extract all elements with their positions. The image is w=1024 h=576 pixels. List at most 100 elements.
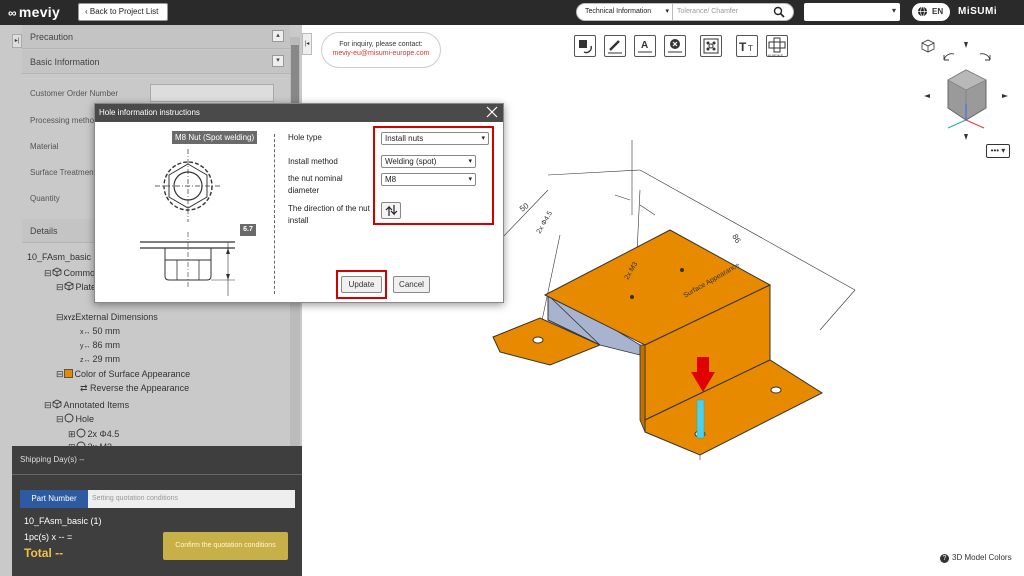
nut-pin	[696, 399, 705, 439]
dimension-86-label: 86	[730, 233, 743, 246]
project-select[interactable]: ▾	[804, 3, 900, 21]
logo-mark-icon: ∞	[8, 6, 17, 20]
tree-dim-y[interactable]: y↔ 86 mm	[80, 340, 120, 350]
field-label-surface: Surface Treatment	[30, 168, 96, 177]
hole-left	[532, 336, 544, 344]
tree-dim-z[interactable]: z↔ 29 mm	[80, 354, 120, 364]
hole-view-button[interactable]	[700, 35, 722, 57]
globe-icon	[917, 6, 928, 17]
text-size-button[interactable]: TT	[736, 35, 758, 57]
tree-plate[interactable]: ⊟ Plate	[56, 281, 96, 293]
pencil-tool-button[interactable]	[604, 35, 626, 57]
more-options-button[interactable]: ••• ▾	[986, 144, 1010, 158]
dimension-tag: 6.7	[240, 224, 256, 236]
hole-annotation: 2x Φ4.5	[536, 210, 554, 235]
text-size-icon: TT	[739, 40, 753, 54]
part-number-value: Setting quotation conditions	[88, 490, 295, 508]
back-to-project-list-button[interactable]: ‹ Back to Project List	[78, 3, 168, 21]
arrow-up-icon[interactable]	[964, 42, 968, 48]
color-swatch	[63, 369, 73, 378]
part-name: 10_FAsm_basic (1)	[24, 516, 102, 526]
rotate-tool-button[interactable]	[574, 35, 596, 57]
svg-text:T: T	[739, 40, 747, 54]
m3-hole-1	[630, 295, 634, 299]
six-views-label: 6VIEWS	[768, 53, 784, 58]
arrow-right-icon[interactable]	[1002, 94, 1008, 98]
arrow-down-icon[interactable]	[964, 134, 968, 140]
rotate-left-icon[interactable]	[943, 53, 955, 61]
tree-common[interactable]: ⊟ Common	[44, 267, 100, 279]
3d-model-colors-link[interactable]: ? 3D Model Colors	[940, 553, 1012, 563]
technical-info-select[interactable]: Technical Information ▾	[577, 4, 673, 20]
arrow-left-icon[interactable]	[924, 94, 930, 98]
cube-icon	[921, 39, 935, 53]
collapse-left-button[interactable]: ▸|	[12, 34, 22, 48]
hole-info-dialog: Hole information instructions M8 Nut (Sp…	[94, 103, 504, 303]
quantity-line: 1pc(s) x -- =	[24, 532, 73, 542]
shipping-title: Shipping Day(s) --	[20, 455, 85, 464]
precaution-section[interactable]: Precaution ▴	[22, 25, 290, 49]
part-number-label: Part Number	[20, 490, 88, 508]
svg-text:T: T	[748, 44, 753, 53]
chevron-up-icon[interactable]: ▴	[272, 30, 284, 42]
tree-hole[interactable]: ⊟ Hole	[56, 413, 94, 425]
reverse-icon: ⇄	[80, 383, 91, 393]
chevron-down-icon: ▾	[891, 6, 896, 15]
front-wall-edge	[639, 344, 646, 433]
direction-label: The direction of the nut install	[288, 204, 370, 225]
rotate-right-icon[interactable]	[979, 53, 991, 61]
cube-icon	[52, 267, 61, 277]
nominal-diameter-label: the nut nominal diameter	[288, 174, 343, 195]
tree-hole-4-5[interactable]: ⊞ 2x Φ4.5	[68, 428, 119, 440]
y-dimension-icon: y↔	[80, 343, 93, 350]
shipping-panel: Shipping Day(s) -- Part Number Setting q…	[12, 446, 302, 576]
circle-icon	[76, 428, 85, 438]
cancel-button[interactable]: Cancel	[393, 276, 430, 293]
z-dimension-icon: z↔	[80, 357, 93, 364]
tolerance-search-input[interactable]: Tolerance/ Chamfer	[675, 4, 775, 20]
axis-y	[965, 119, 985, 129]
close-icon[interactable]	[485, 105, 499, 119]
dimension-50-label: 50	[518, 201, 531, 214]
text-dimension-icon: A	[638, 40, 652, 53]
tree-annotated-items[interactable]: ⊟ Annotated Items	[44, 399, 129, 411]
language-button[interactable]: EN	[912, 3, 950, 21]
tree-root[interactable]: 10_FAsm_basic	[27, 252, 91, 262]
confirm-quotation-button[interactable]: Confirm the quotation conditions	[163, 532, 288, 560]
order-number-input[interactable]	[150, 84, 274, 102]
field-label-processing: Processing method	[30, 116, 99, 125]
tree-external-dimensions[interactable]: ⊟XYZExternal Dimensions	[56, 312, 158, 323]
m3-hole-2	[680, 268, 684, 272]
tree-color-surface[interactable]: ⊟ Color of Surface Appearance	[56, 369, 190, 380]
shipping-divider	[12, 474, 302, 475]
axis-x	[947, 119, 967, 129]
remove-dimension-button[interactable]	[664, 35, 686, 57]
highlight-box	[373, 126, 494, 225]
nut-diagram	[140, 149, 235, 296]
chevron-down-icon: ▾	[665, 8, 669, 15]
nut-type-title: M8 Nut (Spot welding)	[172, 131, 258, 144]
dialog-header: Hole information instructions	[95, 104, 503, 122]
remove-dimension-icon	[668, 39, 682, 53]
field-label-order-number: Customer Order Number	[30, 89, 119, 98]
tree-reverse-appearance[interactable]: ⇄ Reverse the Appearance	[80, 383, 189, 394]
chevron-down-icon[interactable]: ▾	[272, 55, 284, 67]
meviy-logo[interactable]: ∞ meviy	[8, 4, 60, 20]
x-dimension-icon: x↔	[80, 329, 93, 336]
rotate-icon	[579, 40, 592, 54]
misumi-logo: MiSUMi	[958, 6, 998, 17]
inquiry-box: For inquiry, please contact: meviy-eu@mi…	[321, 32, 441, 68]
text-dimension-button[interactable]: A	[634, 35, 656, 57]
basic-info-section[interactable]: Basic Information ▾	[22, 50, 290, 74]
search-icon[interactable]	[773, 6, 785, 18]
circle-icon	[64, 413, 73, 423]
expand-panel-button[interactable]: |◂	[302, 33, 312, 55]
technical-info-search: Technical Information ▾ Tolerance/ Chamfe…	[576, 3, 794, 21]
view-cube[interactable]	[920, 38, 1012, 142]
total-price: Total --	[24, 546, 64, 560]
install-method-label: Install method	[288, 157, 338, 166]
tree-dim-x[interactable]: x↔ 50 mm	[80, 326, 120, 336]
help-icon: ?	[940, 554, 949, 563]
update-button[interactable]: Update	[341, 276, 382, 293]
pencil-icon	[608, 40, 622, 54]
